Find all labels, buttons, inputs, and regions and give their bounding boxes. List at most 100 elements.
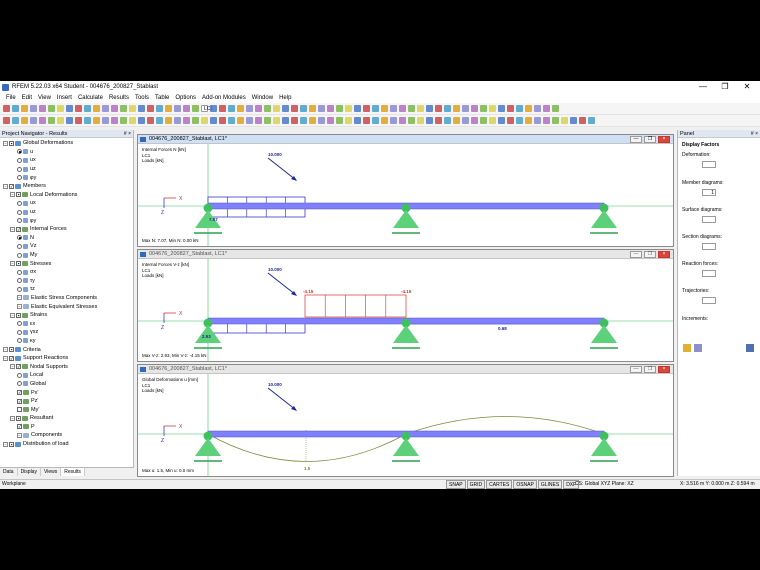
checkbox[interactable]: ✓ xyxy=(9,183,14,189)
expand-toggle[interactable]: − xyxy=(10,226,15,232)
toolbar-button[interactable] xyxy=(300,105,307,112)
checkbox[interactable]: ▪ xyxy=(9,347,14,353)
view-title-bar[interactable]: 004676_200827_Stablast, LC1* — ❐ × xyxy=(138,250,673,259)
toolbar-button[interactable] xyxy=(174,105,181,112)
toolbar-button[interactable] xyxy=(282,105,289,112)
toolbar-button[interactable] xyxy=(471,117,478,124)
checkbox[interactable]: ▪ xyxy=(9,140,14,146)
toolbar-button[interactable] xyxy=(300,117,307,124)
tree-item[interactable]: − Elastic Equivalent Stresses xyxy=(0,302,133,311)
toolbar-button[interactable] xyxy=(219,117,226,124)
tree-item[interactable]: − ▪ Distribution of load xyxy=(0,440,133,449)
display-factor-spinner[interactable] xyxy=(702,216,716,223)
tree-item[interactable]: uz xyxy=(0,208,133,217)
toolbar-button[interactable] xyxy=(102,117,109,124)
status-toggle-glines[interactable]: GLINES xyxy=(537,480,563,489)
checkbox[interactable]: ✓ xyxy=(16,226,21,232)
tree-item[interactable]: − Elastic Stress Components xyxy=(0,294,133,303)
toolbar-button[interactable] xyxy=(516,105,523,112)
tree-item[interactable]: − ▪ Criteria xyxy=(0,345,133,354)
nav-tab-views[interactable]: Views xyxy=(41,468,62,476)
radio-button[interactable] xyxy=(17,149,22,155)
checkbox[interactable]: ▪ xyxy=(16,261,21,267)
toolbar-button[interactable] xyxy=(453,117,460,124)
tree-item[interactable]: Global xyxy=(0,380,133,389)
toolbar-button[interactable] xyxy=(345,105,352,112)
toolbar-button[interactable] xyxy=(426,105,433,112)
toolbar-button[interactable] xyxy=(408,105,415,112)
tree-item[interactable]: τy xyxy=(0,277,133,286)
tree-item[interactable]: u xyxy=(0,148,133,157)
tree-item[interactable]: − ▪ Strains xyxy=(0,311,133,320)
toolbar-button[interactable] xyxy=(66,105,73,112)
view-minimize-button[interactable]: — xyxy=(630,366,642,373)
tree-item[interactable]: − ✓ Support Reactions xyxy=(0,354,133,363)
radio-button[interactable] xyxy=(17,372,22,378)
checkbox[interactable]: ✓ xyxy=(9,355,14,361)
checkbox[interactable] xyxy=(17,407,22,413)
toolbar-button[interactable] xyxy=(390,117,397,124)
toolbar-button[interactable] xyxy=(498,117,505,124)
toolbar-button[interactable] xyxy=(102,105,109,112)
toolbar-button[interactable] xyxy=(147,117,154,124)
radio-button[interactable] xyxy=(17,243,22,249)
radio-button[interactable] xyxy=(17,286,22,292)
toolbar-button[interactable] xyxy=(372,105,379,112)
toolbar-button[interactable] xyxy=(255,117,262,124)
toolbar-button[interactable] xyxy=(84,105,91,112)
tree-item[interactable]: ✓ Px' xyxy=(0,388,133,397)
nav-tab-data[interactable]: Data xyxy=(0,468,18,476)
tree-item[interactable]: − ✓ Members xyxy=(0,182,133,191)
toolbar-button[interactable] xyxy=(543,105,550,112)
view-title-bar[interactable]: 004676_200827_Stablast, LC1* — ❐ × xyxy=(138,135,673,144)
toolbar-button[interactable] xyxy=(39,105,46,112)
toolbar-button[interactable] xyxy=(12,117,19,124)
expand-toggle[interactable]: − xyxy=(10,364,15,370)
menu-results[interactable]: Results xyxy=(109,95,129,101)
toolbar-button[interactable] xyxy=(3,117,10,124)
toolbar-button[interactable] xyxy=(462,117,469,124)
toolbar-button[interactable] xyxy=(327,117,334,124)
toolbar-button[interactable] xyxy=(156,117,163,124)
toolbar-button[interactable] xyxy=(570,117,577,124)
menu-options[interactable]: Options xyxy=(175,95,196,101)
tree-item[interactable]: My' xyxy=(0,405,133,414)
toolbar-button[interactable] xyxy=(264,105,271,112)
checkbox[interactable]: ▪ xyxy=(9,441,14,447)
checkbox[interactable]: ✓ xyxy=(16,364,21,370)
radio-button[interactable] xyxy=(17,321,22,327)
checkbox[interactable]: ▪ xyxy=(16,192,21,198)
toolbar-button[interactable] xyxy=(588,117,595,124)
tree-item[interactable]: φy xyxy=(0,173,133,182)
toolbar-button[interactable] xyxy=(552,117,559,124)
toolbar-button[interactable] xyxy=(48,105,55,112)
tree-item[interactable]: − ✓ Nodal Supports xyxy=(0,362,133,371)
radio-button[interactable] xyxy=(17,329,22,335)
toolbar-button[interactable] xyxy=(435,105,442,112)
tree-item[interactable]: τz xyxy=(0,285,133,294)
toolbar-button[interactable] xyxy=(291,117,298,124)
toolbar-button[interactable] xyxy=(111,117,118,124)
toolbar-button[interactable] xyxy=(525,105,532,112)
expand-toggle[interactable]: − xyxy=(17,432,22,438)
expand-toggle[interactable]: − xyxy=(10,415,15,421)
toolbar-button[interactable] xyxy=(399,117,406,124)
toolbar-button[interactable] xyxy=(309,117,316,124)
tree-item[interactable]: uz xyxy=(0,165,133,174)
print-icon[interactable] xyxy=(746,344,754,352)
menu-tools[interactable]: Tools xyxy=(135,95,149,101)
toolbar-button[interactable] xyxy=(408,117,415,124)
view-minimize-button[interactable]: — xyxy=(630,136,642,143)
toolbar-button[interactable] xyxy=(435,117,442,124)
toolbar-button[interactable] xyxy=(498,105,505,112)
toolbar-button[interactable] xyxy=(3,105,10,112)
toolbar-button[interactable] xyxy=(354,117,361,124)
expand-toggle[interactable]: − xyxy=(3,441,8,447)
toolbar-button[interactable] xyxy=(318,105,325,112)
toolbar-button[interactable] xyxy=(480,105,487,112)
expand-toggle[interactable]: − xyxy=(3,355,8,361)
toolbar-button[interactable] xyxy=(552,105,559,112)
toolbar-button[interactable] xyxy=(273,117,280,124)
toolbar-button[interactable] xyxy=(75,105,82,112)
toolbar-button[interactable] xyxy=(579,117,586,124)
